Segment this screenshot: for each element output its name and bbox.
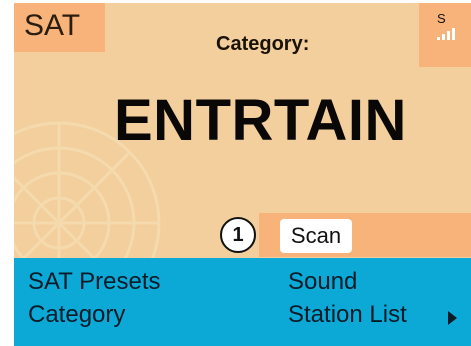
menu-item-sound[interactable]: Sound [288, 268, 357, 296]
signal-letter: S [437, 11, 446, 26]
menu-item-sat-presets[interactable]: SAT Presets [28, 268, 161, 296]
sat-radio-screen: SAT S Category: ENTRTAIN 1 Scan SAT Pres… [14, 3, 471, 346]
menu-panel: SAT Presets Category Sound Station List [14, 258, 471, 346]
source-badge: SAT [14, 3, 105, 52]
scan-button[interactable]: Scan [280, 219, 352, 253]
menu-item-category[interactable]: Category [28, 301, 125, 329]
category-caption: Category: [216, 33, 310, 55]
category-value: ENTRTAIN [114, 88, 407, 153]
step-number-badge: 1 [220, 217, 256, 253]
menu-item-station-list[interactable]: Station List [288, 301, 407, 329]
chevron-right-icon[interactable] [448, 311, 457, 325]
signal-strength-icon [437, 28, 455, 40]
source-label: SAT [24, 9, 81, 42]
signal-indicator: S [419, 3, 471, 67]
